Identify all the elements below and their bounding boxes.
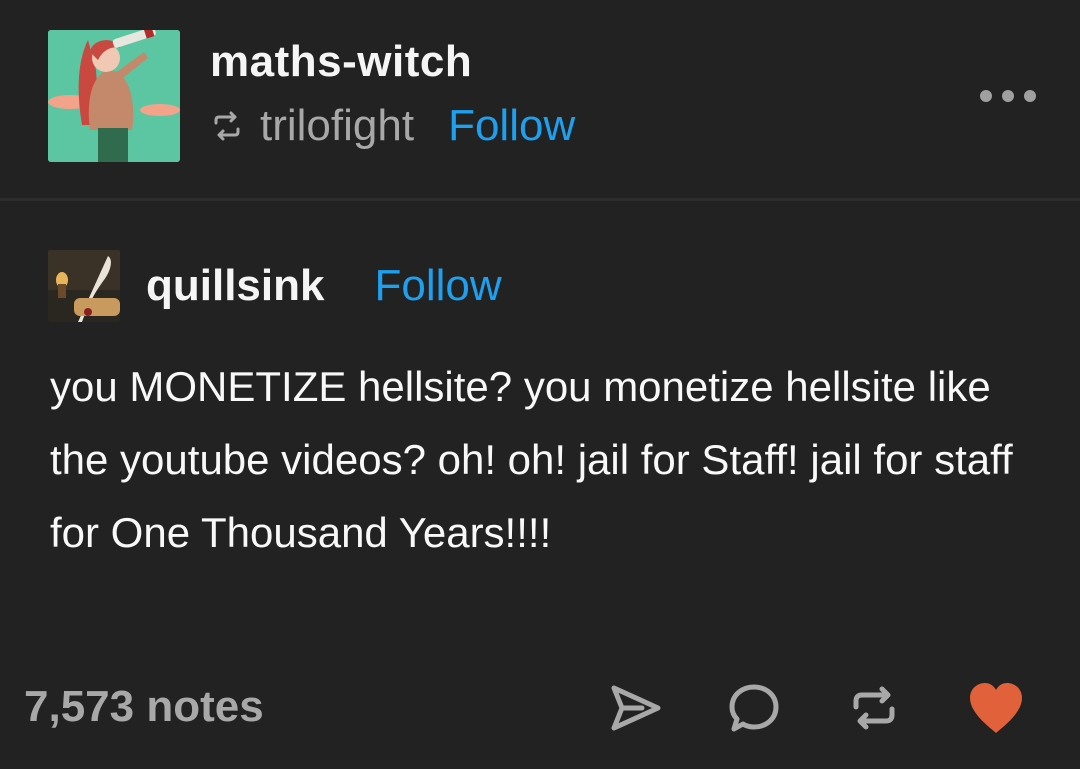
post-body-text: you MONETIZE hellsite? you monetize hell…: [50, 363, 1013, 556]
reblog-icon: [853, 686, 895, 730]
more-dot-icon: [980, 90, 992, 102]
divider: [0, 198, 1080, 201]
quote-follow-button[interactable]: Follow: [374, 261, 501, 311]
quill-avatar-icon: [48, 250, 120, 322]
blog-avatar[interactable]: [48, 30, 180, 162]
notes-count[interactable]: 7,573 notes: [24, 682, 264, 732]
more-dot-icon: [1024, 90, 1036, 102]
share-icon: [611, 685, 661, 731]
more-options-button[interactable]: [980, 84, 1036, 108]
post-footer: 7,573 notes: [0, 670, 1080, 746]
follow-button[interactable]: Follow: [448, 101, 575, 151]
like-icon: [970, 683, 1022, 733]
blog-username[interactable]: maths-witch: [210, 36, 472, 88]
like-button[interactable]: [966, 678, 1026, 738]
share-button[interactable]: [606, 678, 666, 738]
reply-button[interactable]: [724, 678, 784, 738]
more-dot-icon: [1002, 90, 1014, 102]
reblog-button[interactable]: [844, 678, 904, 738]
reblogged-from-username[interactable]: trilofight: [260, 101, 414, 151]
quote-avatar[interactable]: [48, 250, 120, 322]
reblog-small-icon: [214, 111, 240, 141]
illustrated-avatar-icon: [48, 30, 180, 162]
quote-header: quillsink Follow: [48, 250, 502, 322]
post-header: maths-witch trilofight Follow: [0, 0, 1080, 199]
reblog-attribution: trilofight Follow: [210, 100, 575, 152]
quote-username[interactable]: quillsink: [146, 261, 324, 311]
reply-icon: [729, 684, 779, 732]
